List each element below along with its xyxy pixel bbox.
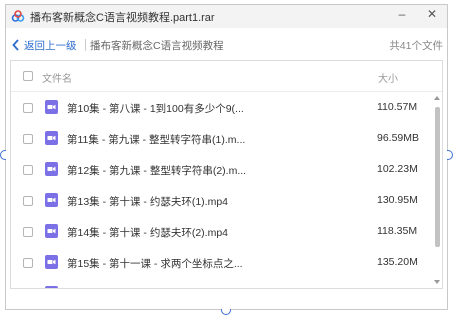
column-header-size[interactable]: 大小 xyxy=(378,70,398,85)
file-row[interactable]: 第12集 - 第九课 - 整型转字符串(2).m... 102.23M xyxy=(11,154,434,185)
title-bar: 播布客新概念C语言视频教程.part1.rar – ✕ xyxy=(6,5,447,28)
file-size: 118.35M xyxy=(377,225,418,237)
close-button[interactable]: ✕ xyxy=(419,5,445,25)
file-row[interactable]: 第11集 - 第九课 - 整型转字符串(1).m... 96.59MB xyxy=(11,123,434,154)
file-size: 110.57M xyxy=(377,101,418,113)
file-row[interactable]: 第16集 - 第十一课 - 求两个坐标点之... 112.07M xyxy=(11,278,434,288)
video-file-icon xyxy=(45,193,58,207)
video-file-icon xyxy=(45,162,58,176)
file-row[interactable]: 第10集 - 第八课 - 1到100有多少个9(... 110.57M xyxy=(11,92,434,123)
archive-viewer-window: 播布客新概念C语言视频教程.part1.rar – ✕ 返回上一级 播布客新概念… xyxy=(6,5,447,309)
select-all-checkbox[interactable] xyxy=(23,71,33,81)
file-size: 102.23M xyxy=(377,163,418,175)
file-size: 96.59MB xyxy=(377,132,420,144)
vertical-scrollbar[interactable] xyxy=(433,92,442,288)
file-row[interactable]: 第14集 - 第十课 - 约瑟夫环(2).mp4 118.35M xyxy=(11,216,434,247)
row-checkbox[interactable] xyxy=(23,196,33,206)
video-file-icon xyxy=(45,255,58,269)
file-name: 第16集 - 第十一课 - 求两个坐标点之... xyxy=(67,287,243,288)
file-name: 第11集 - 第九课 - 整型转字符串(1).m... xyxy=(67,134,246,146)
row-checkbox[interactable] xyxy=(23,165,33,175)
window-title: 播布客新概念C语言视频教程.part1.rar xyxy=(30,12,215,24)
file-count: 共41个文件 xyxy=(389,40,443,52)
minimize-button[interactable]: – xyxy=(389,5,415,25)
file-size: 112.07M xyxy=(377,287,417,288)
scroll-down-arrow[interactable] xyxy=(434,280,440,284)
list-header: 文件名 大小 xyxy=(11,61,442,92)
back-link[interactable]: 返回上一级 xyxy=(24,38,77,53)
video-file-icon xyxy=(45,286,58,288)
file-name: 第12集 - 第九课 - 整型转字符串(2).m... xyxy=(67,165,247,177)
file-size: 135.20M xyxy=(377,256,418,268)
navigation-bar: 返回上一级 播布客新概念C语言视频教程 共41个文件 xyxy=(6,33,447,57)
cloud-logo-icon xyxy=(11,10,25,22)
breadcrumb: 播布客新概念C语言视频教程 xyxy=(90,40,224,52)
file-row[interactable]: 第13集 - 第十课 - 约瑟夫环(1).mp4 130.95M xyxy=(11,185,434,216)
column-header-name[interactable]: 文件名 xyxy=(42,70,72,85)
video-file-icon xyxy=(45,131,58,145)
nav-divider xyxy=(85,39,86,51)
file-size: 130.95M xyxy=(377,194,418,206)
file-list: 文件名 大小 第10集 - 第八课 - 1到100有多少个9(... 110.57… xyxy=(10,60,443,289)
file-name: 第13集 - 第十课 - 约瑟夫环(1).mp4 xyxy=(67,196,229,208)
scroll-up-arrow[interactable] xyxy=(434,96,440,100)
row-checkbox[interactable] xyxy=(23,227,33,237)
video-file-icon xyxy=(45,100,58,114)
row-checkbox[interactable] xyxy=(23,258,33,268)
row-checkbox[interactable] xyxy=(23,103,33,113)
file-name: 第10集 - 第八课 - 1到100有多少个9(... xyxy=(67,103,244,115)
row-checkbox[interactable] xyxy=(23,134,33,144)
file-name: 第14集 - 第十课 - 约瑟夫环(2).mp4 xyxy=(67,227,229,239)
file-row[interactable]: 第15集 - 第十一课 - 求两个坐标点之... 135.20M xyxy=(11,247,434,278)
video-file-icon xyxy=(45,224,58,238)
scroll-thumb[interactable] xyxy=(435,107,440,248)
chevron-left-icon[interactable] xyxy=(12,39,20,51)
file-name: 第15集 - 第十一课 - 求两个坐标点之... xyxy=(67,258,243,270)
